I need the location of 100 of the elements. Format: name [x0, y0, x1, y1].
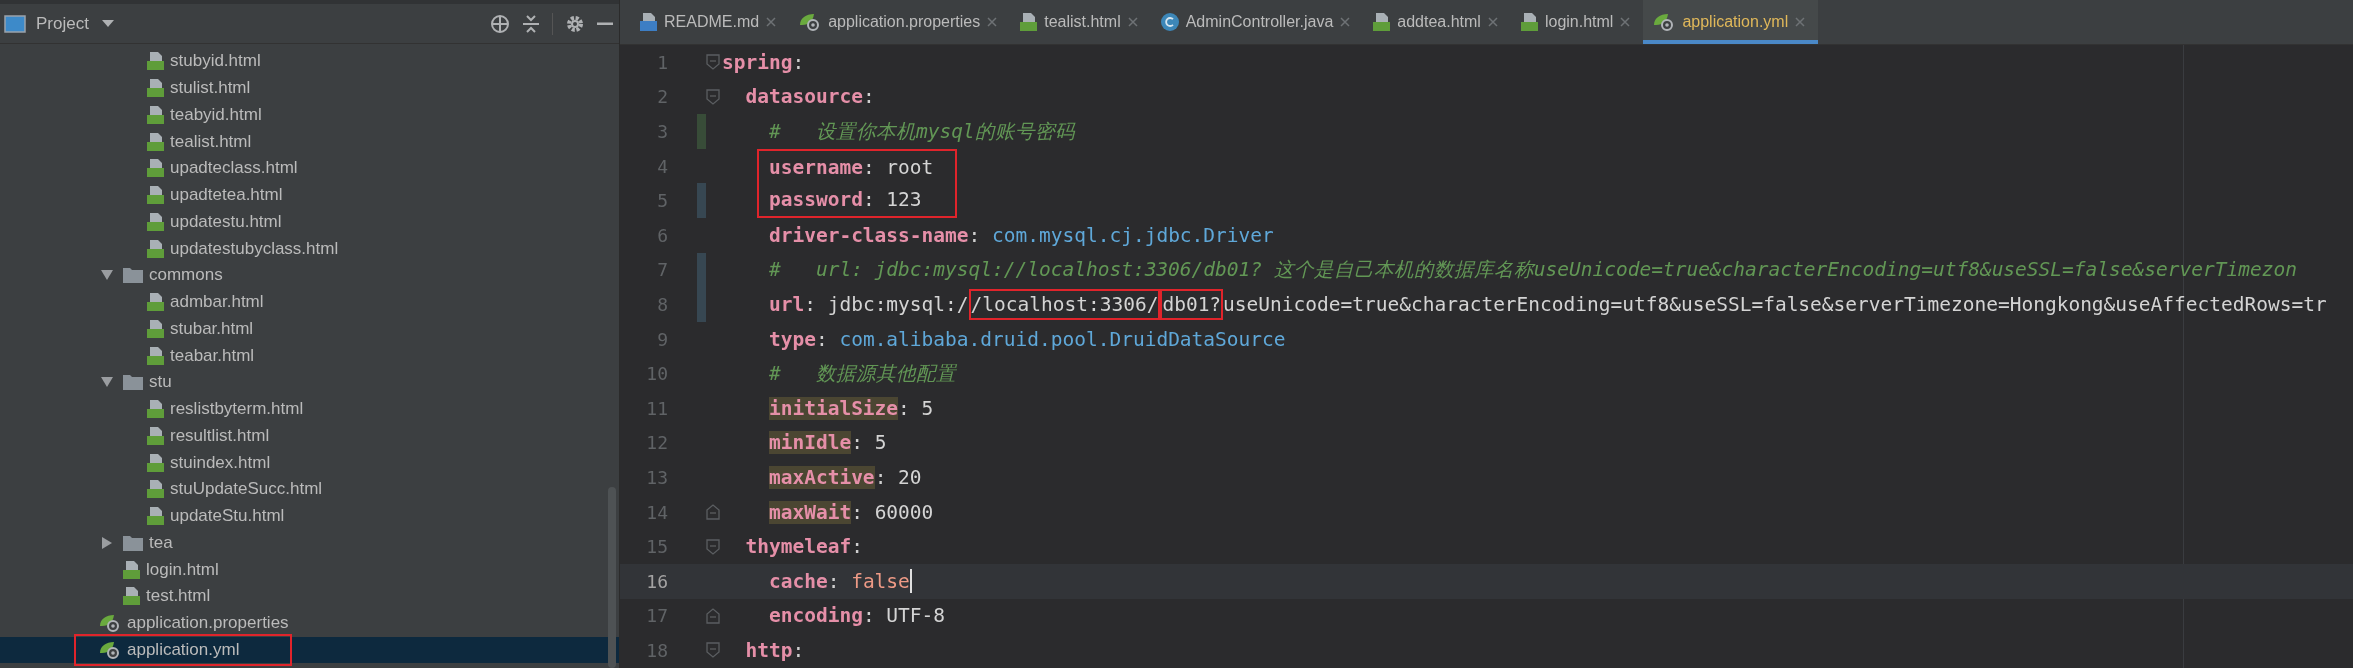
fold-icon[interactable] — [706, 88, 720, 105]
close-icon[interactable] — [987, 17, 998, 27]
folder-icon — [123, 534, 143, 551]
fold-icon[interactable] — [706, 54, 720, 71]
colon: : — [874, 465, 887, 489]
tree-item[interactable]: tea — [0, 529, 619, 557]
tree-item[interactable]: tealist.html — [0, 128, 619, 155]
tree-item[interactable]: stubyid.html — [0, 48, 619, 75]
line-number: 9 — [656, 328, 668, 350]
line-number: 11 — [645, 397, 668, 419]
tree-item[interactable]: login.html — [0, 556, 619, 583]
close-icon[interactable] — [1487, 17, 1498, 27]
file-name: updatestu.html — [170, 211, 282, 232]
fold-icon[interactable] — [706, 504, 720, 520]
leaf-gear-icon — [1653, 13, 1676, 31]
minimize-icon[interactable] — [597, 21, 613, 26]
folder-icon — [123, 267, 143, 284]
tree-item[interactable]: teabar.html — [0, 342, 619, 369]
colon: : — [815, 327, 828, 351]
file-name: teabyid.html — [170, 104, 262, 125]
yaml-value: 20 — [898, 465, 922, 489]
close-icon[interactable] — [766, 17, 777, 27]
fold-icon[interactable] — [706, 607, 720, 624]
file-name: commons — [149, 265, 223, 286]
tab-label: README.md — [664, 13, 760, 31]
fold-icon[interactable] — [706, 642, 720, 659]
colon: : — [851, 535, 863, 559]
html-file-icon — [147, 239, 164, 258]
tree-item[interactable]: updateStu.html — [0, 502, 619, 530]
yaml-key: username — [768, 155, 863, 179]
html-file-icon — [147, 52, 164, 71]
line-number: 2 — [656, 86, 668, 108]
editor-tab[interactable]: README.md — [630, 0, 790, 44]
colon: : — [862, 155, 875, 179]
tree-item[interactable]: application.properties — [0, 609, 619, 637]
markdown-file-icon — [640, 13, 657, 31]
colon: : — [804, 292, 816, 316]
settings-icon[interactable] — [565, 13, 585, 34]
yaml-key: datasource — [745, 85, 863, 109]
html-file-icon — [147, 453, 164, 472]
colon: : — [862, 188, 875, 212]
yaml-value: 60000 — [874, 500, 934, 524]
expanded-arrow-icon[interactable] — [101, 269, 113, 282]
expanded-arrow-icon[interactable] — [101, 376, 113, 389]
tree-item[interactable]: stu — [0, 369, 619, 396]
editor-tab[interactable]: addtea.html — [1363, 0, 1511, 44]
editor-tab[interactable]: login.html — [1510, 0, 1644, 44]
tab-label: AdminController.java — [1185, 13, 1334, 31]
tree-item[interactable]: commons — [0, 262, 619, 289]
tab-label: addtea.html — [1397, 13, 1481, 31]
tree-item[interactable]: reslistbyterm.html — [0, 395, 619, 423]
tree-item[interactable]: test.html — [0, 583, 619, 610]
file-name: teabar.html — [170, 345, 255, 366]
tree-item[interactable]: teabyid.html — [0, 101, 619, 129]
html-file-icon — [147, 400, 164, 419]
file-name: admbar.html — [170, 292, 264, 313]
tree-item[interactable]: application.yml — [0, 636, 619, 664]
collapsed-arrow-icon[interactable] — [101, 536, 113, 549]
tree-item[interactable]: stuUpdateSucc.html — [0, 476, 619, 503]
close-icon[interactable] — [1620, 17, 1631, 27]
tree-item[interactable]: stubar.html — [0, 315, 619, 343]
close-icon[interactable] — [1795, 17, 1806, 27]
scrollbar[interactable] — [608, 487, 616, 668]
close-icon[interactable] — [1340, 17, 1351, 27]
yaml-key: url — [768, 292, 805, 316]
tree-item[interactable]: admbar.html — [0, 288, 619, 316]
editor-tab[interactable]: AdminController.java — [1150, 0, 1364, 44]
yaml-key: type — [768, 327, 816, 351]
locate-icon[interactable] — [490, 13, 510, 34]
yaml-value: jdbc:mysql:/ — [827, 292, 969, 316]
collapse-all-icon[interactable] — [522, 13, 540, 34]
file-name: stuindex.html — [170, 452, 271, 473]
tree-item[interactable]: upadtetea.html — [0, 181, 619, 209]
fold-icon[interactable] — [706, 538, 720, 555]
editor-tab[interactable]: application.properties — [789, 0, 1011, 44]
line-number: 12 — [645, 432, 668, 454]
file-name: tealist.html — [170, 131, 252, 152]
colon: : — [792, 638, 805, 662]
yaml-key: initialSize — [768, 396, 899, 420]
yaml-key: http — [745, 638, 793, 662]
yaml-key: encoding — [768, 604, 863, 628]
tree-item[interactable]: resultlist.html — [0, 422, 619, 450]
editor-tab[interactable]: application.yml — [1643, 0, 1819, 44]
tree-item[interactable]: updatestubyclass.html — [0, 235, 619, 262]
editor-tab[interactable]: tealist.html — [1010, 0, 1151, 44]
line-number: 8 — [656, 293, 668, 315]
yaml-value: UTF-8 — [886, 604, 946, 628]
tree-item[interactable]: stulist.html — [0, 74, 619, 102]
file-name: stulist.html — [170, 78, 251, 99]
line-number: 10 — [645, 363, 668, 385]
line-number: 4 — [656, 155, 668, 177]
panel-title[interactable]: Project — [36, 13, 89, 34]
tree-item[interactable]: stuindex.html — [0, 449, 619, 476]
dropdown-caret-icon[interactable] — [100, 18, 115, 29]
close-icon[interactable] — [1127, 17, 1138, 27]
tree-item[interactable]: updatestu.html — [0, 208, 619, 236]
leaf-gear-icon — [99, 640, 121, 659]
tree-item[interactable]: upadteclass.html — [0, 155, 619, 182]
yaml-value: com.mysql.cj.jdbc.Driver — [992, 223, 1274, 247]
tab-label: login.html — [1544, 13, 1614, 31]
